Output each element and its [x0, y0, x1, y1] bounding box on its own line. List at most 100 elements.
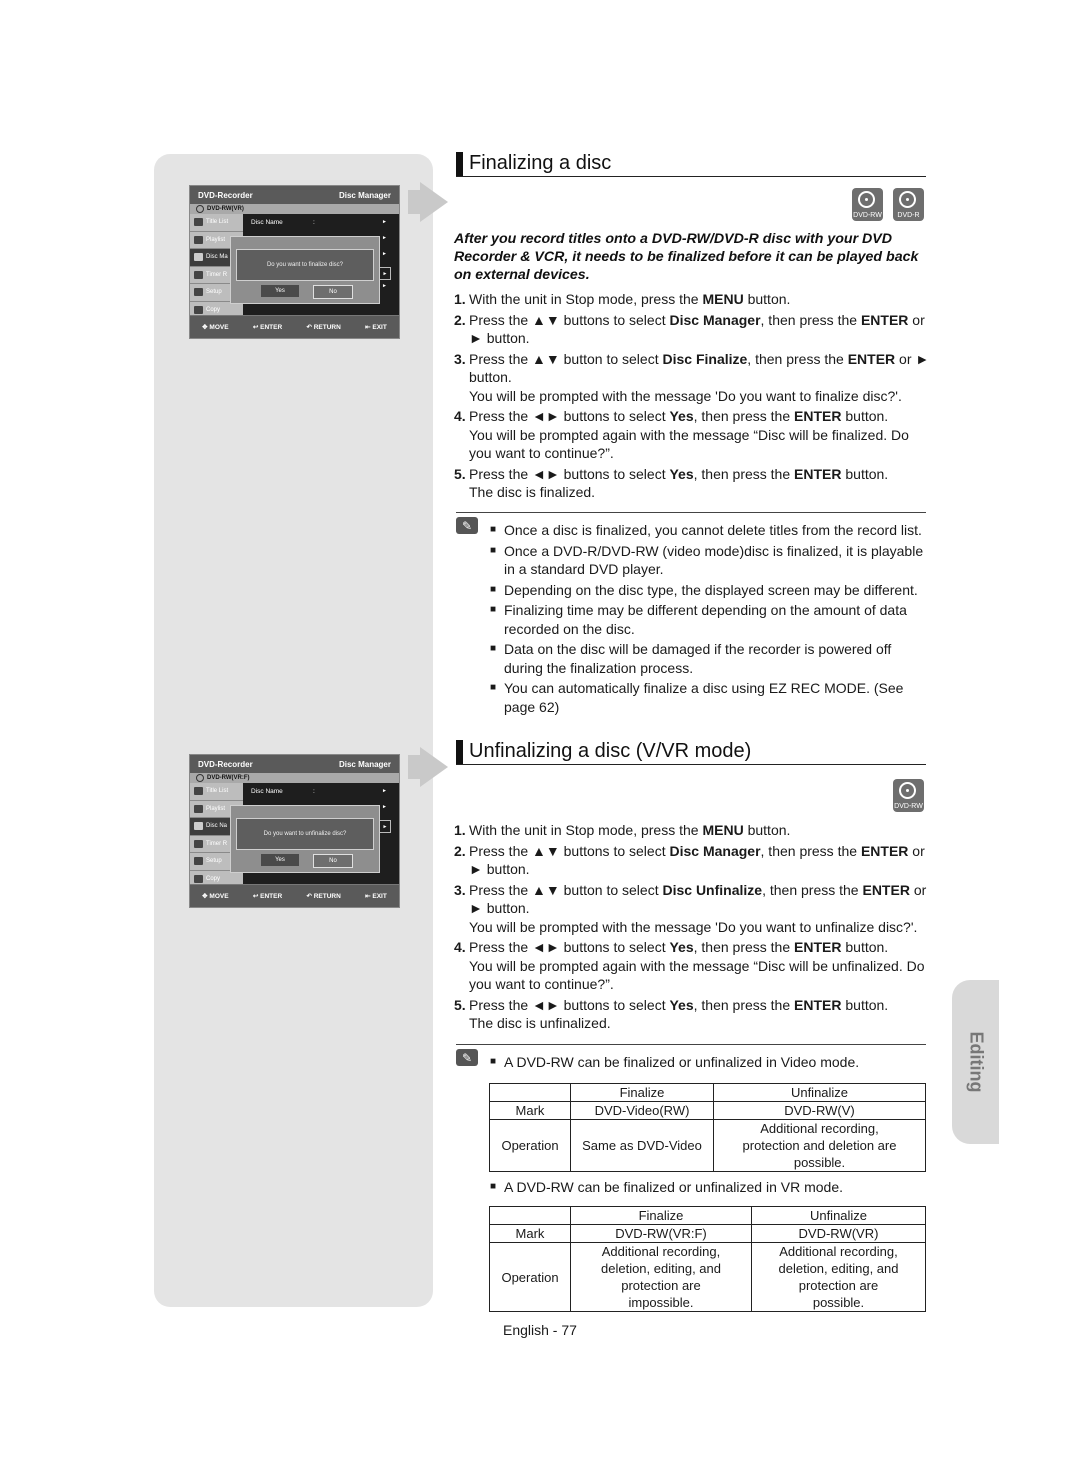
return-icon: ↶	[306, 324, 314, 331]
step-text: Press the ▲▼ buttons to select Disc Mana…	[469, 842, 925, 878]
osd-no-button[interactable]: No	[313, 285, 353, 299]
step-text: Press the ◄► buttons to select Yes, then…	[469, 938, 934, 994]
note-text: You can automatically finalize a disc us…	[504, 680, 904, 715]
step-item: 2. Press the ▲▼ buttons to select Disc Ma…	[454, 842, 934, 879]
osd-yes-button[interactable]: Yes	[261, 854, 299, 866]
table-cell: DVD-RW(VR:F)	[570, 1224, 752, 1243]
table-cell: Additional recording, deletion, editing,…	[570, 1242, 752, 1312]
footer-label: EXIT	[372, 324, 387, 331]
footer-label: MOVE	[209, 893, 229, 900]
table-cell: Finalize	[570, 1083, 714, 1102]
osd-footer: ✥ MOVE ↩ ENTER ↶ RETURN ⇤ EXIT	[190, 315, 399, 338]
step-text: Press the ◄► buttons to select Yes, then…	[469, 465, 934, 502]
step-item: 5. Press the ◄► buttons to select Yes, th…	[454, 465, 934, 502]
step-number: 2.	[454, 311, 466, 328]
osd-footer-exit: ⇤ EXIT	[365, 323, 387, 331]
chapter-tab-editing[interactable]: Editing	[952, 980, 999, 1144]
arrow-right-icon: ►	[382, 251, 387, 257]
bullet-square-icon: ■	[490, 1181, 497, 1192]
playlist-icon	[194, 804, 203, 813]
bullet-square-icon: ■	[490, 643, 497, 654]
osd-menu-label: Timer R	[206, 271, 228, 278]
step-item: 4. Press the ◄► buttons to select Yes, th…	[454, 938, 934, 994]
table-row: Operation Same as DVD-Video Additional r…	[489, 1119, 926, 1172]
osd-confirm-dialog: Do you want to finalize disc? Yes No	[230, 236, 380, 304]
osd-menu-label: Setup	[206, 858, 222, 865]
note-item: ■ A DVD-RW can be finalized or unfinalize…	[490, 1053, 926, 1072]
arrow-pointer-1	[408, 182, 448, 222]
step-text: Press the ◄► buttons to select Yes, then…	[469, 996, 934, 1033]
table-cell: Operation	[489, 1119, 571, 1172]
title-list-icon	[194, 218, 203, 227]
step-number: 5.	[454, 465, 466, 482]
osd-no-button[interactable]: No	[313, 854, 353, 868]
notes-list: ■ A DVD-RW can be finalized or unfinalize…	[490, 1053, 926, 1072]
timer-icon	[194, 270, 203, 279]
osd-row-disc-name[interactable]: Disc Name: ►	[243, 783, 399, 799]
step-text: With the unit in Stop mode, press the ME…	[469, 291, 791, 307]
step-text: Press the ▲▼ button to select Disc Unfin…	[469, 881, 934, 937]
osd-confirm-dialog: Do you want to unfinalize disc? Yes No	[230, 805, 380, 873]
osd-row-disc-name[interactable]: Disc Name: ►	[243, 214, 399, 230]
step-number: 4.	[454, 939, 466, 955]
osd-footer-move: ✥ MOVE	[202, 892, 228, 900]
disc-manager-icon	[194, 822, 203, 831]
note-vr: ■ A DVD-RW can be finalized or unfinalize…	[490, 1178, 843, 1199]
timer-icon	[194, 839, 203, 848]
osd-row-colon: :	[313, 218, 315, 226]
osd-menu-item[interactable]: Title List	[190, 783, 243, 801]
dvd-r-disc-icon: DVD-R	[893, 188, 924, 221]
disc-badge-label: DVD-R	[897, 212, 920, 219]
osd-header-left: DVD-Recorder	[198, 190, 253, 200]
note-text: A DVD-RW can be finalized or unfinalized…	[504, 1054, 860, 1070]
osd-yes-button[interactable]: Yes	[261, 285, 299, 297]
step-extra: You will be prompted with the message 'D…	[469, 918, 918, 935]
note-item: ■ A DVD-RW can be finalized or unfinalize…	[490, 1178, 843, 1197]
arrow-pointer-2	[408, 747, 448, 787]
table-cell: Operation	[489, 1242, 571, 1312]
bullet-square-icon: ■	[490, 544, 497, 556]
osd-menu-label: Title List	[206, 219, 229, 226]
return-icon: ↶	[306, 893, 314, 900]
table-cell: Unfinalize	[713, 1083, 926, 1102]
osd-header-right: Disc Manager	[338, 190, 391, 200]
osd-footer-exit: ⇤ EXIT	[365, 892, 387, 900]
step-text: Press the ◄► buttons to select Yes, then…	[469, 407, 934, 463]
step-extra: The disc is finalized.	[469, 484, 596, 500]
table-header-row: Finalize Unfinalize	[489, 1206, 926, 1225]
osd-menu-label: Playlist	[206, 236, 226, 243]
disc-manager-icon	[194, 253, 203, 262]
step-number: 2.	[454, 842, 466, 859]
gear-icon	[194, 857, 203, 866]
arrow-right-icon: ►	[382, 804, 387, 810]
footer-label: RETURN	[313, 324, 341, 331]
table-cell: Additional recording, deletion, editing,…	[751, 1242, 926, 1312]
bullet-square-icon: ■	[490, 1056, 497, 1067]
osd-menu-item[interactable]: Title List	[190, 214, 243, 232]
note-text: A DVD-RW can be finalized or unfinalized…	[504, 1179, 844, 1195]
pencil-note-icon: ✎	[456, 1049, 478, 1066]
title-bar	[456, 740, 463, 764]
osd-row-colon: :	[313, 787, 315, 795]
osd-header-left: DVD-Recorder	[198, 759, 253, 769]
osd-menu-label: Disc Ma	[206, 254, 228, 261]
step-extra: You will be prompted again with the mess…	[469, 426, 909, 462]
table-row: Operation Additional recording, deletion…	[489, 1242, 926, 1312]
note-text: Once a DVD-R/DVD-RW (video mode)disc is …	[504, 542, 924, 578]
table-cell: Additional recording, protection and del…	[713, 1119, 926, 1172]
section-title-finalizing: Finalizing a disc	[456, 152, 926, 177]
footer-label: MOVE	[209, 324, 229, 331]
osd-dialog-message: Do you want to finalize disc?	[236, 249, 374, 281]
osd-row-label: Disc Name	[251, 787, 283, 795]
osd-menu-label: Copy	[206, 306, 221, 313]
steps-unfinalize: 1. With the unit in Stop mode, press the …	[454, 821, 934, 1035]
table-vr-mode: Finalize Unfinalize Mark DVD-RW(VR:F) DV…	[489, 1206, 926, 1312]
osd-disc-type: DVD-RW(VR)	[207, 206, 244, 212]
notes-finalize: ✎ ■ Once a disc is finalized, you cannot …	[456, 512, 926, 718]
note-text: Finalizing time may be different dependi…	[504, 602, 907, 637]
osd-menu-label: Playlist	[206, 805, 226, 812]
pencil-note-icon: ✎	[456, 517, 478, 534]
osd-menu-label: Setup	[206, 289, 222, 296]
osd-footer-enter: ↩ ENTER	[253, 323, 282, 331]
section-title-text: Unfinalizing a disc (V/VR mode)	[469, 740, 752, 762]
